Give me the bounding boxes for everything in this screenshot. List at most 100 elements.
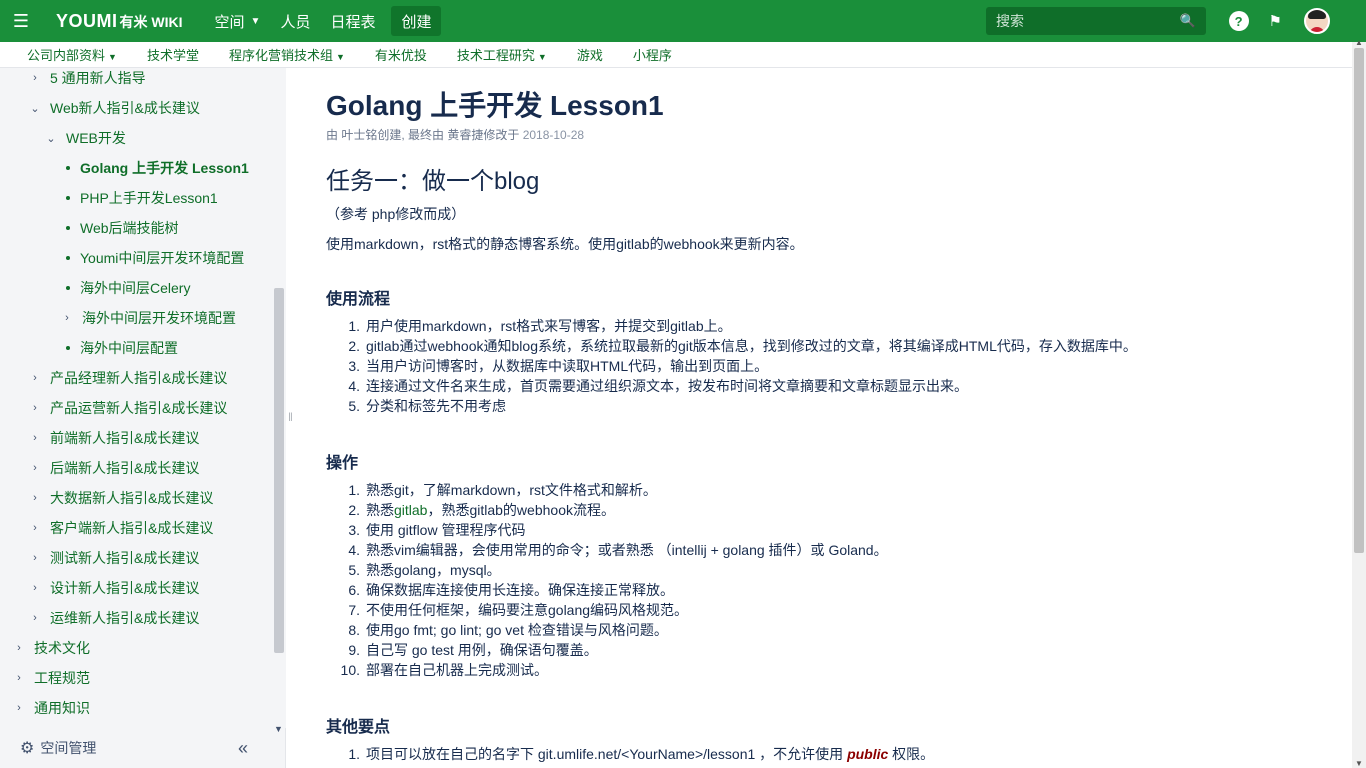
- scroll-down-icon[interactable]: ▼: [274, 724, 283, 734]
- shortcut-label: 技术学堂: [146, 48, 199, 63]
- tree-item[interactable]: › 工程规范: [12, 663, 90, 693]
- page-title: Golang 上手开发 Lesson1: [326, 90, 664, 121]
- tree-item[interactable]: › 后端新人指引&成长建议: [28, 453, 199, 483]
- chevron-right-icon[interactable]: ›: [28, 612, 42, 624]
- notification-icon[interactable]: ⚑: [1269, 12, 1282, 30]
- tree-item[interactable]: ⌄ WEB开发: [44, 123, 126, 153]
- wiki-logo[interactable]: YOUMI 有米 WIKI: [56, 11, 183, 32]
- help-icon[interactable]: ?: [1228, 11, 1249, 31]
- user-avatar[interactable]: [1304, 8, 1330, 34]
- shortcut-youmi-youtou[interactable]: 有米优投: [375, 45, 427, 64]
- tree-item[interactable]: 海外中间层配置: [66, 333, 178, 363]
- text-prefix: 项目可以放在自己的名字下 git.umlife.net/<YourName>/l…: [366, 746, 848, 762]
- chevron-right-icon[interactable]: ›: [28, 402, 42, 414]
- shortcut-label: 程序化营销技术组: [228, 48, 333, 63]
- search-input[interactable]: [996, 13, 1180, 29]
- tree-item[interactable]: › 测试新人指引&成长建议: [28, 543, 199, 573]
- chevron-right-icon[interactable]: ›: [12, 642, 26, 654]
- tree-item-label: 5 通用新人指导: [50, 70, 146, 86]
- logo-text: 有米 WIKI: [119, 13, 183, 30]
- page-scrollbar-thumb[interactable]: [1354, 48, 1364, 553]
- nav-spaces-label: 空间: [214, 13, 245, 31]
- chevron-down-icon[interactable]: ⌄: [44, 132, 58, 145]
- sidebar-scrollbar[interactable]: ▼: [272, 68, 286, 734]
- collapse-sidebar-icon[interactable]: «: [238, 738, 248, 759]
- shortcut-programmatic[interactable]: 程序化营销技术组 ▼: [229, 45, 345, 64]
- scroll-down-icon[interactable]: ▼: [1355, 759, 1363, 768]
- top-nav: 空间 ▼ 人员 日程表 创建: [205, 0, 442, 42]
- page-scrollbar[interactable]: ▲ ▼: [1352, 38, 1366, 768]
- tree-item-label: 测试新人指引&成长建议: [50, 550, 200, 566]
- tree-item[interactable]: › 技术文化: [12, 633, 90, 663]
- tree-item-label: 前端新人指引&成长建议: [50, 430, 200, 446]
- list-item: 8. 使用go fmt; go lint; go vet 检查错误与风格问题。: [326, 620, 888, 640]
- tree-item[interactable]: 海外中间层Celery: [66, 273, 190, 303]
- menu-icon[interactable]: ☰: [0, 0, 42, 42]
- chevron-right-icon[interactable]: ›: [12, 702, 26, 714]
- list-item-text: 使用 gitflow 管理程序代码: [366, 522, 526, 538]
- space-admin-link[interactable]: ⚙ 空间管理: [20, 738, 96, 758]
- tree-item[interactable]: › 通用知识: [12, 693, 90, 723]
- tree-item[interactable]: Youmi中间层开发环境配置: [66, 243, 244, 273]
- chevron-right-icon[interactable]: ›: [28, 552, 42, 564]
- chevron-right-icon[interactable]: ›: [28, 432, 42, 444]
- shortcut-label: 公司内部资料: [27, 48, 106, 63]
- tree-item-label: 海外中间层配置: [80, 340, 178, 356]
- page-tree: › 5 通用新人指导 ⌄ Web新人指引&成长建议 ⌄ WEB开发 Golang 上手…: [0, 68, 272, 728]
- tree-item[interactable]: Web后端技能树: [66, 213, 179, 243]
- shortcut-tech-research[interactable]: 技术工程研究 ▼: [457, 45, 547, 64]
- chevron-right-icon[interactable]: ›: [28, 372, 42, 384]
- create-button[interactable]: 创建: [391, 6, 442, 36]
- chevron-right-icon[interactable]: ›: [28, 462, 42, 474]
- space-admin-label: 空间管理: [40, 740, 97, 756]
- list-item-text: 确保数据库连接使用长连接。确保连接正常释放。: [366, 582, 674, 598]
- tree-item[interactable]: PHP上手开发Lesson1: [66, 183, 218, 213]
- list-item: 1. 用户使用markdown，rst格式来写博客，并提交到gitlab上。: [326, 316, 1137, 336]
- chevron-right-icon[interactable]: ›: [60, 312, 74, 324]
- chevron-right-icon[interactable]: ›: [28, 522, 42, 534]
- bullet-icon: [66, 256, 70, 260]
- tree-item[interactable]: › 客户端新人指引&成长建议: [28, 513, 213, 543]
- list-item-text: 熟悉git，了解markdown，rst文件格式和解析。: [366, 482, 657, 498]
- byline-date[interactable]: 2018-10-28: [523, 128, 584, 142]
- tree-item-label: Web后端技能树: [80, 220, 179, 236]
- tree-item-label: Web新人指引&成长建议: [50, 100, 200, 116]
- shortcut-miniprogram[interactable]: 小程序: [633, 45, 672, 64]
- shortcut-company-docs[interactable]: 公司内部资料 ▼: [27, 45, 117, 64]
- chevron-right-icon[interactable]: ›: [28, 582, 42, 594]
- tree-item[interactable]: › 产品运营新人指引&成长建议: [28, 393, 227, 423]
- chevron-right-icon[interactable]: ›: [28, 492, 42, 504]
- list-item: 7. 不使用任何框架，编码要注意golang编码风格规范。: [326, 600, 888, 620]
- list-number: 2.: [348, 338, 360, 354]
- tree-item[interactable]: › 产品经理新人指引&成长建议: [28, 363, 227, 393]
- tree-item-label: WEB开发: [66, 130, 126, 146]
- search-box[interactable]: 🔍: [986, 7, 1206, 35]
- chevron-right-icon[interactable]: ›: [12, 672, 26, 684]
- tree-item[interactable]: › 前端新人指引&成长建议: [28, 423, 199, 453]
- tree-item[interactable]: ⌄ Web新人指引&成长建议: [28, 93, 200, 123]
- tree-item-current[interactable]: Golang 上手开发 Lesson1: [66, 153, 249, 183]
- nav-spaces[interactable]: 空间 ▼: [205, 0, 271, 42]
- list-item-text: 当用户访问博客时，从数据库中读取HTML代码，输出到页面上。: [366, 358, 769, 374]
- tree-item-label: 通用知识: [34, 700, 90, 716]
- tree-item[interactable]: › 海外中间层开发环境配置: [60, 303, 236, 333]
- nav-people[interactable]: 人员: [270, 0, 320, 42]
- chevron-right-icon[interactable]: ›: [28, 72, 42, 84]
- tree-item[interactable]: › 运维新人指引&成长建议: [28, 603, 199, 633]
- scroll-up-icon[interactable]: ▲: [1355, 38, 1363, 47]
- sidebar-scrollbar-thumb[interactable]: [274, 288, 284, 653]
- shortcut-tech-school[interactable]: 技术学堂: [147, 45, 199, 64]
- search-icon[interactable]: 🔍: [1180, 13, 1196, 29]
- shortcut-games[interactable]: 游戏: [577, 45, 603, 64]
- other-points-list: 1. 项目可以放在自己的名字下 git.umlife.net/<YourName>…: [326, 744, 934, 764]
- nav-calendar[interactable]: 日程表: [320, 0, 385, 42]
- tree-item[interactable]: › 设计新人指引&成长建议: [28, 573, 199, 603]
- list-item-text: 部署在自己机器上完成测试。: [366, 662, 548, 678]
- top-navigation-bar: ☰ YOUMI 有米 WIKI 空间 ▼ 人员 日程表 创建 🔍 ? ⚑: [0, 0, 1366, 42]
- chevron-down-icon[interactable]: ⌄: [28, 102, 42, 115]
- tree-item[interactable]: › 5 通用新人指导: [28, 68, 146, 93]
- list-item: 9. 自己写 go test 用例，确保语句覆盖。: [326, 640, 888, 660]
- list-number: 3.: [348, 522, 360, 538]
- gitlab-link[interactable]: gitlab: [394, 502, 427, 518]
- tree-item[interactable]: › 大数据新人指引&成长建议: [28, 483, 213, 513]
